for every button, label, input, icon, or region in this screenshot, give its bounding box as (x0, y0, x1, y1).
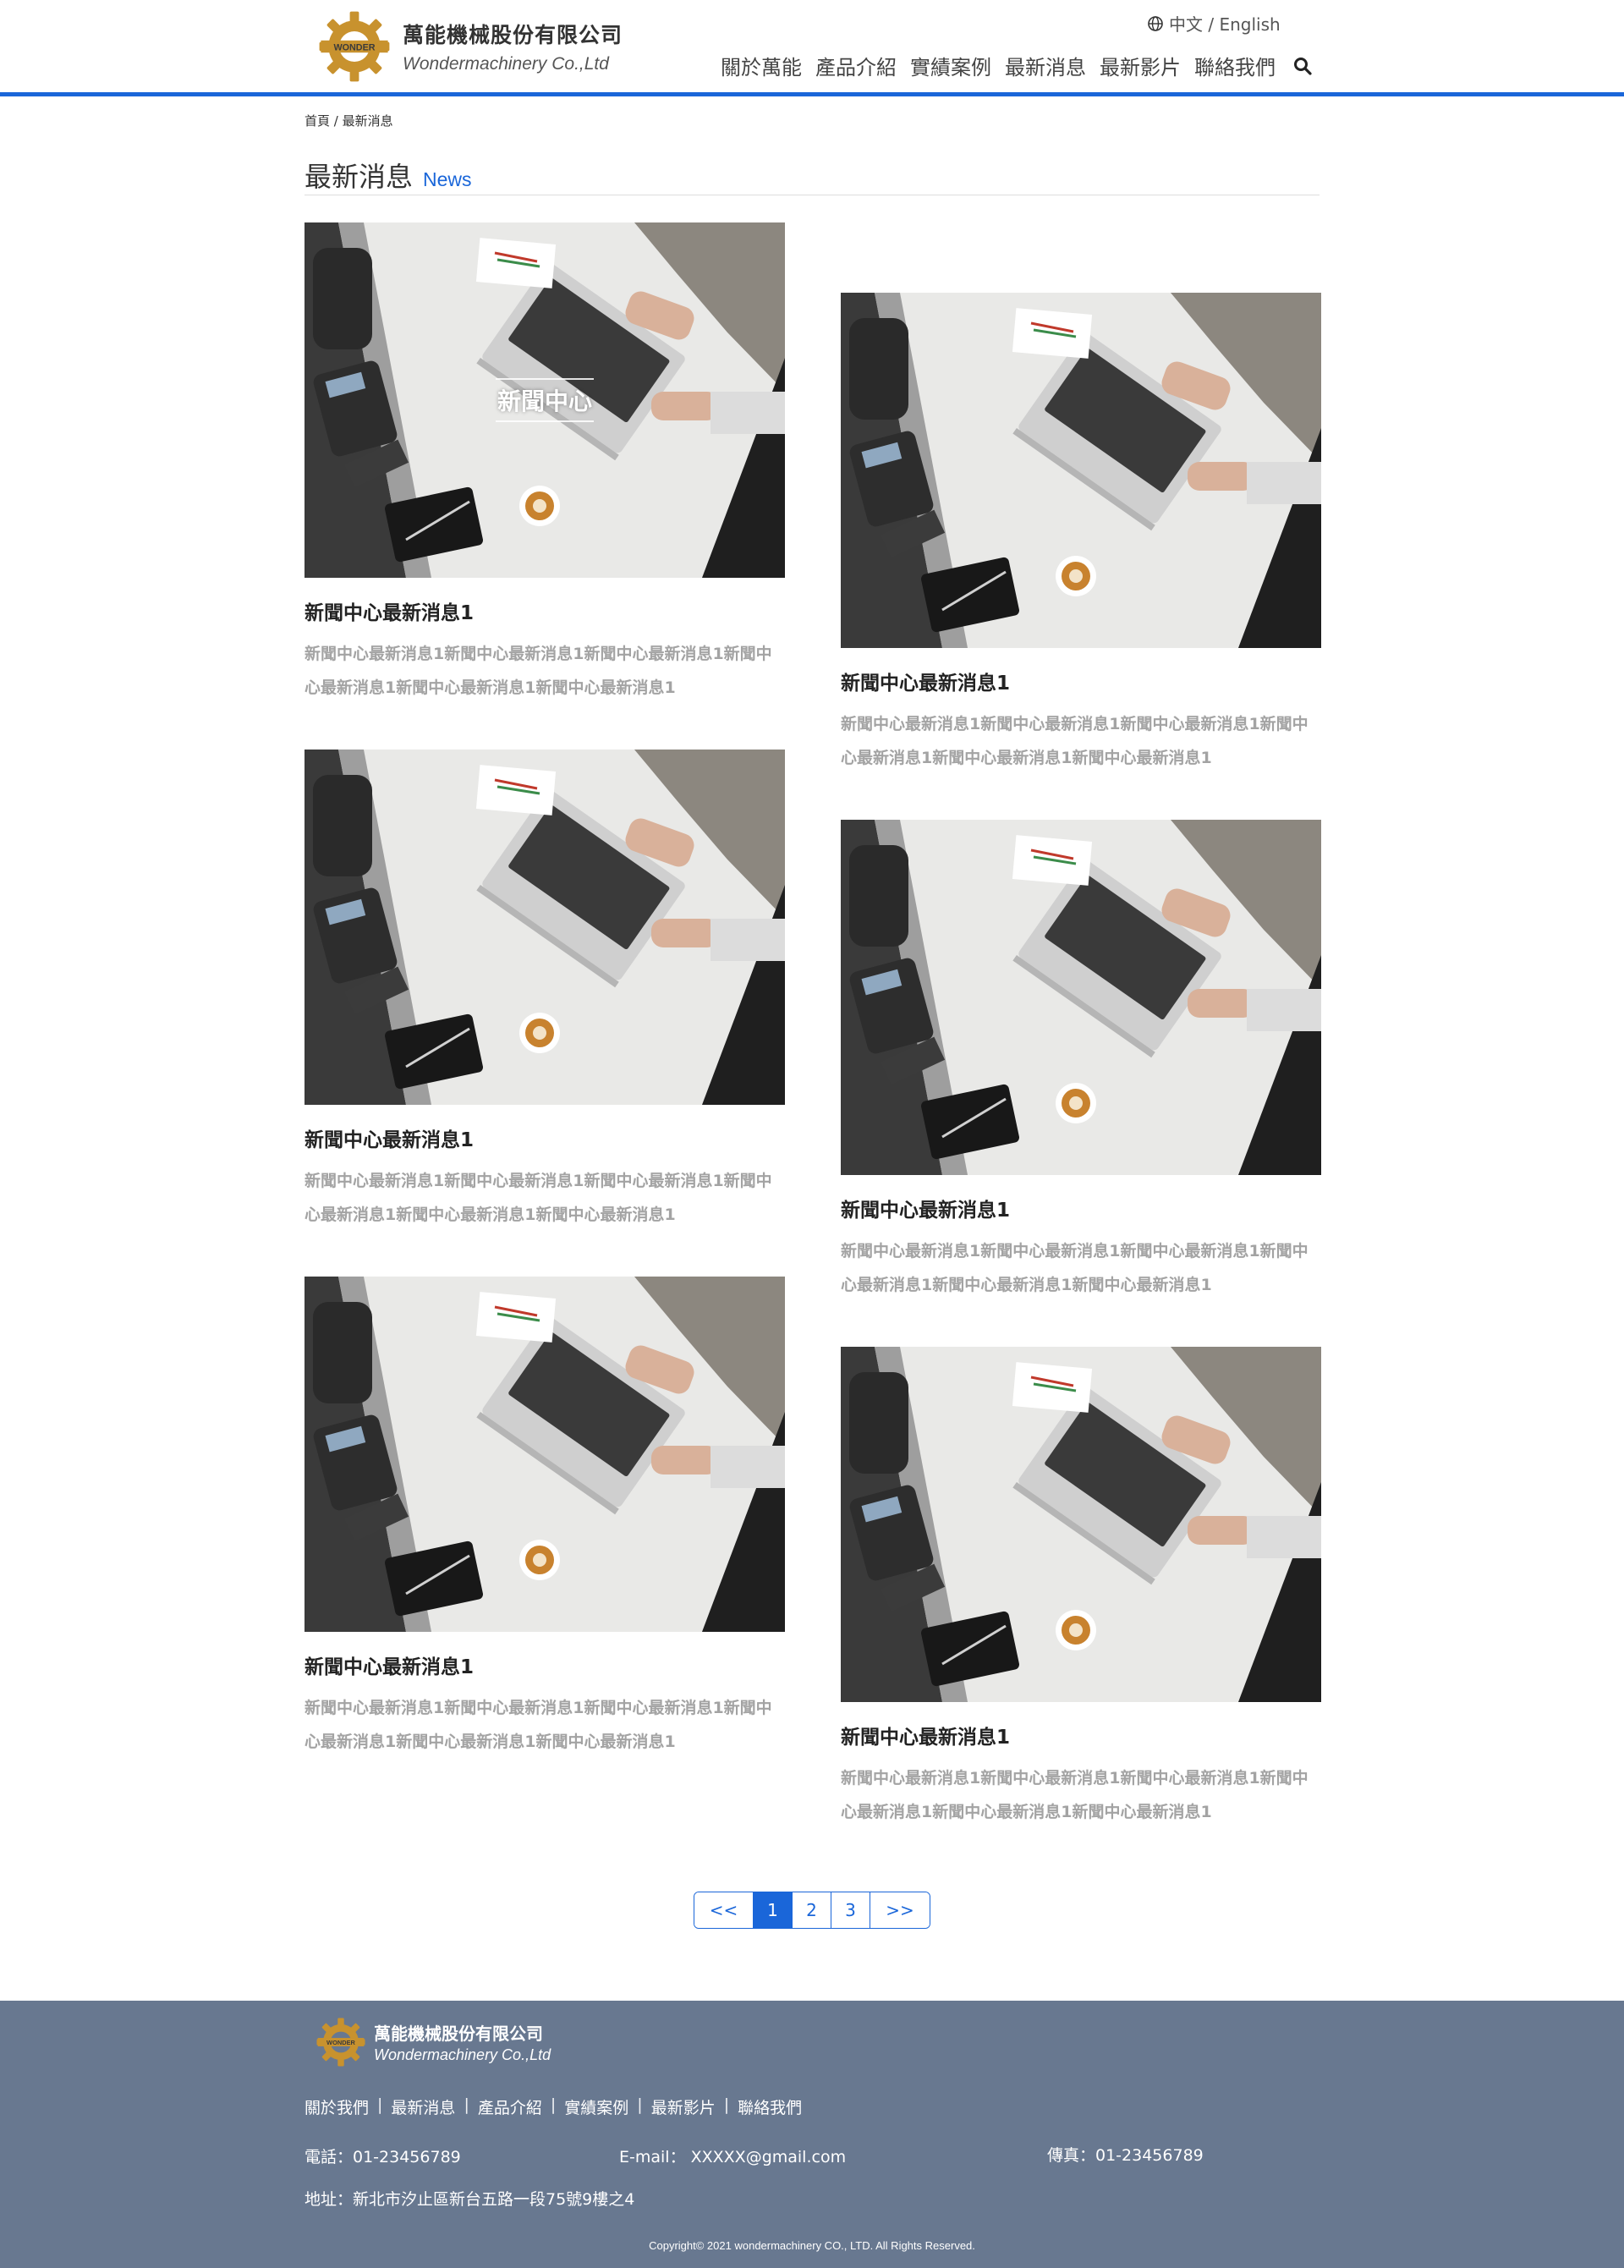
footer-link-cases[interactable]: 實績案例 (564, 2095, 628, 2118)
footer-link-about[interactable]: 關於我們 (304, 2095, 369, 2118)
footer-link-news[interactable]: 最新消息 (391, 2095, 455, 2118)
news-card[interactable]: 新聞中心最新消息1 新聞中心最新消息1新聞中心最新消息1新聞中心最新消息1新聞中… (304, 1277, 785, 1759)
footer-link-contact[interactable]: 聯絡我們 (738, 2095, 802, 2118)
news-card-desc: 新聞中心最新消息1新聞中心最新消息1新聞中心最新消息1新聞中心最新消息1新聞中心… (304, 645, 772, 697)
footer-logo[interactable]: WONDER 萬能機械股份有限公司 Wondermachinery Co.,Lt… (315, 2016, 551, 2068)
nav-item-cases[interactable]: 實績案例 (910, 51, 991, 80)
news-card-title[interactable]: 新聞中心最新消息1 (304, 1650, 785, 1679)
news-card-image[interactable] (304, 750, 785, 1105)
company-name-en: Wondermachinery Co.,Ltd (403, 54, 609, 74)
footer-links: 關於我們 | 最新消息 | 產品介紹 | 實績案例 | 最新影片 | 聯絡我們 (304, 2095, 802, 2118)
news-card[interactable]: 新聞中心最新消息1 新聞中心最新消息1新聞中心最新消息1新聞中心最新消息1新聞中… (304, 750, 785, 1232)
footer-fax: 傳真：01-23456789 (1047, 2146, 1204, 2165)
news-card-title[interactable]: 新聞中心最新消息1 (841, 1194, 1321, 1222)
language-switch[interactable]: 中文 / English (1147, 11, 1281, 36)
site-footer: WONDER 萬能機械股份有限公司 Wondermachinery Co.,Lt… (0, 2001, 1624, 2268)
footer-link-separator: | (464, 2095, 469, 2114)
site-header: WONDER 萬能機械股份有限公司 Wondermachinery Co.,Lt… (0, 0, 1624, 96)
gear-logo-icon: WONDER (316, 2018, 365, 2067)
news-card-overlay-label: 新聞中心 (496, 378, 595, 422)
news-card-desc: 新聞中心最新消息1新聞中心最新消息1新聞中心最新消息1新聞中心最新消息1新聞中心… (841, 715, 1309, 767)
news-card-title[interactable]: 新聞中心最新消息1 (841, 1721, 1321, 1749)
globe-icon (1148, 15, 1163, 31)
news-card-title[interactable]: 新聞中心最新消息1 (841, 667, 1321, 695)
nav-item-videos[interactable]: 最新影片 (1100, 51, 1181, 80)
pagination-page-2[interactable]: 2 (793, 1892, 831, 1928)
nav-item-products[interactable]: 產品介紹 (815, 51, 897, 80)
footer-company-name-en: Wondermachinery Co.,Ltd (374, 2046, 551, 2063)
news-card[interactable]: 新聞中心 新聞中心最新消息1 新聞中心最新消息1新聞中心最新消息1新聞中心最新消… (304, 222, 785, 705)
pagination: << 1 2 3 >> (694, 1892, 930, 1929)
news-card-image[interactable] (841, 293, 1321, 648)
footer-link-products[interactable]: 產品介紹 (478, 2095, 542, 2118)
search-icon[interactable] (1292, 56, 1313, 76)
news-card-desc: 新聞中心最新消息1新聞中心最新消息1新聞中心最新消息1新聞中心最新消息1新聞中心… (304, 1172, 772, 1224)
pagination-next-button[interactable]: >> (870, 1892, 930, 1928)
news-card-desc: 新聞中心最新消息1新聞中心最新消息1新聞中心最新消息1新聞中心最新消息1新聞中心… (841, 1242, 1309, 1294)
pagination-page-1[interactable]: 1 (754, 1892, 793, 1928)
news-card-image[interactable]: 新聞中心 (304, 222, 785, 578)
footer-link-separator: | (637, 2095, 643, 2114)
footer-company-name-cn: 萬能機械股份有限公司 (374, 2024, 543, 2044)
news-card-image[interactable] (841, 820, 1321, 1175)
page-title-cn: 最新消息 (304, 161, 414, 193)
logo-wordmark: WONDER (333, 43, 375, 53)
news-card-image[interactable] (304, 1277, 785, 1632)
pagination-prev-button[interactable]: << (694, 1892, 754, 1928)
news-card-title[interactable]: 新聞中心最新消息1 (304, 1123, 785, 1152)
company-name-cn: 萬能機械股份有限公司 (403, 23, 623, 47)
footer-link-separator: | (723, 2095, 730, 2114)
news-card[interactable]: 新聞中心最新消息1 新聞中心最新消息1新聞中心最新消息1新聞中心最新消息1新聞中… (841, 1347, 1321, 1829)
news-card-desc: 新聞中心最新消息1新聞中心最新消息1新聞中心最新消息1新聞中心最新消息1新聞中心… (841, 1769, 1309, 1821)
main-nav: 關於萬能 產品介紹 實績案例 最新消息 最新影片 聯絡我們 (721, 51, 1313, 80)
language-switch-label[interactable]: 中文 / English (1169, 11, 1281, 36)
gear-logo-icon: WONDER (319, 11, 390, 82)
footer-link-videos[interactable]: 最新影片 (651, 2095, 716, 2118)
news-card-title[interactable]: 新聞中心最新消息1 (304, 596, 785, 625)
footer-link-separator: | (550, 2095, 557, 2114)
footer-link-separator: | (377, 2095, 383, 2114)
breadcrumb[interactable]: 首頁 / 最新消息 (304, 112, 393, 129)
news-card[interactable]: 新聞中心最新消息1 新聞中心最新消息1新聞中心最新消息1新聞中心最新消息1新聞中… (841, 820, 1321, 1302)
footer-phone: 電話：01-23456789 (304, 2148, 461, 2166)
footer-address: 地址：新北市汐止區新台五路一段75號9樓之4 (304, 2190, 635, 2209)
nav-item-about[interactable]: 關於萬能 (721, 51, 802, 80)
pagination-page-3[interactable]: 3 (831, 1892, 870, 1928)
footer-copyright: Copyright© 2021 wondermachinery CO., LTD… (649, 2239, 975, 2252)
page-title-en: News (423, 168, 472, 190)
nav-item-news[interactable]: 最新消息 (1005, 51, 1086, 80)
site-logo[interactable]: WONDER 萬能機械股份有限公司 Wondermachinery Co.,Lt… (316, 8, 623, 85)
news-card[interactable]: 新聞中心最新消息1 新聞中心最新消息1新聞中心最新消息1新聞中心最新消息1新聞中… (841, 293, 1321, 775)
news-card-desc: 新聞中心最新消息1新聞中心最新消息1新聞中心最新消息1新聞中心最新消息1新聞中心… (304, 1699, 772, 1751)
nav-item-contact[interactable]: 聯絡我們 (1194, 51, 1276, 80)
news-card-image[interactable] (841, 1347, 1321, 1702)
page-title: 最新消息 News (304, 156, 472, 195)
footer-logo-wordmark: WONDER (326, 2039, 356, 2046)
footer-email[interactable]: E-mail： XXXXX@gmail.com (619, 2144, 846, 2167)
